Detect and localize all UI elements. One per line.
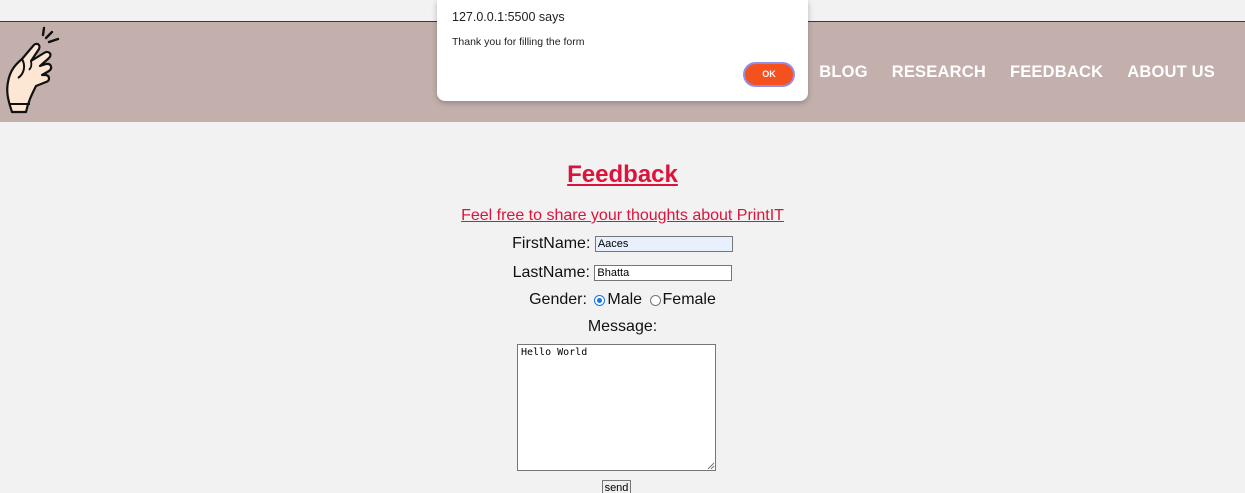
nav-link-research[interactable]: RESEARCH: [892, 63, 986, 82]
first-name-row: FirstName:: [0, 235, 1245, 253]
first-name-label: FirstName:: [512, 235, 591, 252]
nav-link-feedback[interactable]: FEEDBACK: [1010, 63, 1103, 82]
ok-button[interactable]: OK: [743, 62, 795, 87]
resize-grip-icon[interactable]: [706, 461, 715, 470]
alert-dialog: 127.0.0.1:5500 says Thank you for fillin…: [437, 0, 808, 101]
dialog-origin: 127.0.0.1:5500 says: [452, 10, 565, 24]
gender-male-radio[interactable]: [594, 294, 606, 306]
gender-label: Gender:: [529, 291, 587, 308]
first-name-input[interactable]: [594, 236, 733, 252]
message-row: Message:: [0, 318, 1245, 336]
feedback-form-section: Feedback Feel free to share your thought…: [0, 122, 1245, 493]
nav-link-about-us[interactable]: ABOUT US: [1127, 63, 1215, 82]
fingers-snap-icon[interactable]: [2, 26, 64, 118]
dialog-message: Thank you for filling the form: [452, 36, 585, 48]
message-textarea[interactable]: Hello World: [517, 344, 716, 471]
send-button[interactable]: send: [602, 480, 631, 493]
nav-link-blog[interactable]: BLOG: [819, 63, 867, 82]
nav-links: BLOG RESEARCH FEEDBACK ABOUT US: [819, 63, 1215, 82]
page-title: Feedback: [567, 161, 678, 188]
gender-female-label[interactable]: Female: [663, 291, 716, 308]
last-name-row: LastName:: [0, 264, 1245, 282]
gender-male-label[interactable]: Male: [607, 291, 642, 308]
message-label: Message:: [587, 318, 658, 335]
last-name-label: LastName:: [512, 264, 590, 281]
gender-row: Gender: Male Female: [0, 291, 1245, 309]
last-name-input[interactable]: [594, 265, 733, 281]
gender-female-radio[interactable]: [649, 294, 661, 306]
page-subtitle: Feel free to share your thoughts about P…: [461, 207, 784, 224]
